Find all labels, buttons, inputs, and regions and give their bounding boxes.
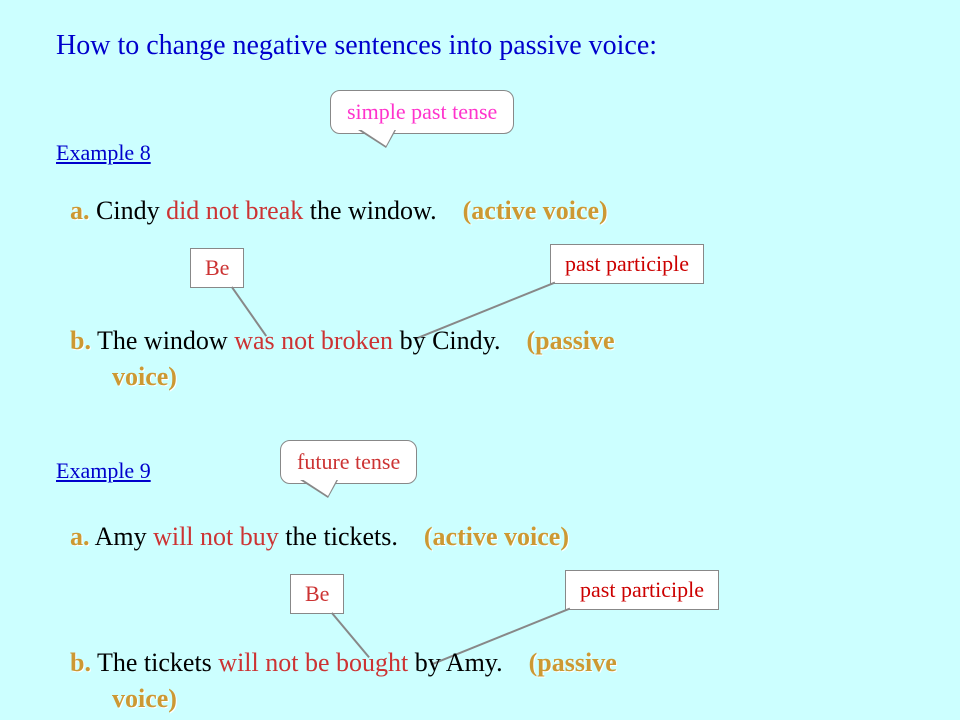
- ex8-line-a: a. Cindy did not break the window. (acti…: [70, 196, 608, 226]
- example-9-label: Example 9: [56, 458, 151, 484]
- be-box-ex8: Be: [190, 248, 244, 288]
- ex9-b-p1: The tickets: [97, 648, 218, 677]
- tense-callout-ex8: simple past tense: [330, 90, 514, 134]
- tense-callout-ex9: future tense: [280, 440, 417, 484]
- ex9-b-tag: (passive: [529, 648, 617, 677]
- tense-callout-ex9-tail: [302, 479, 337, 496]
- ex9-a-letter: a.: [70, 522, 90, 551]
- pp-box-ex9: past participle: [565, 570, 719, 610]
- ex8-b-p3: by Cindy.: [393, 326, 500, 355]
- ex8-b-letter: b.: [70, 326, 91, 355]
- ex9-a-tag: (active voice): [424, 522, 569, 551]
- ex9-b-tag2: voice): [112, 684, 177, 713]
- ex9-line-a: a. Amy will not buy the tickets. (active…: [70, 522, 569, 552]
- ex8-a-letter: a.: [70, 196, 90, 225]
- ex8-b-tag: (passive: [526, 326, 614, 355]
- example-8-label: Example 8: [56, 140, 151, 166]
- ex9-b-p3: by Amy.: [408, 648, 502, 677]
- tense-callout-ex8-tail: [360, 129, 395, 146]
- ex9-b-letter: b.: [70, 648, 91, 677]
- ex9-a-p2: will not buy: [153, 522, 279, 551]
- ex9-line-b2: voice): [112, 684, 177, 714]
- pp-box-ex8: past participle: [550, 244, 704, 284]
- ex8-a-p1: Cindy: [96, 196, 166, 225]
- ex8-line-b2: voice): [112, 362, 177, 392]
- ex8-b-p1: The window: [97, 326, 234, 355]
- ex8-a-tag: (active voice): [463, 196, 608, 225]
- ex8-b-tag2: voice): [112, 362, 177, 391]
- ex8-b-p2: was not broken: [234, 326, 393, 355]
- be-box-ex9: Be: [290, 574, 344, 614]
- page-title: How to change negative sentences into pa…: [56, 30, 657, 62]
- ex9-a-p3: the tickets.: [279, 522, 398, 551]
- ex8-line-b: b. The window was not broken by Cindy. (…: [70, 326, 615, 356]
- ex8-a-p2: did not break: [166, 196, 303, 225]
- ex8-a-p3: the window.: [303, 196, 436, 225]
- ex9-b-p2: will not be bought: [218, 648, 408, 677]
- ex9-a-p1: Amy: [95, 522, 154, 551]
- ex9-line-b: b. The tickets will not be bought by Amy…: [70, 648, 617, 678]
